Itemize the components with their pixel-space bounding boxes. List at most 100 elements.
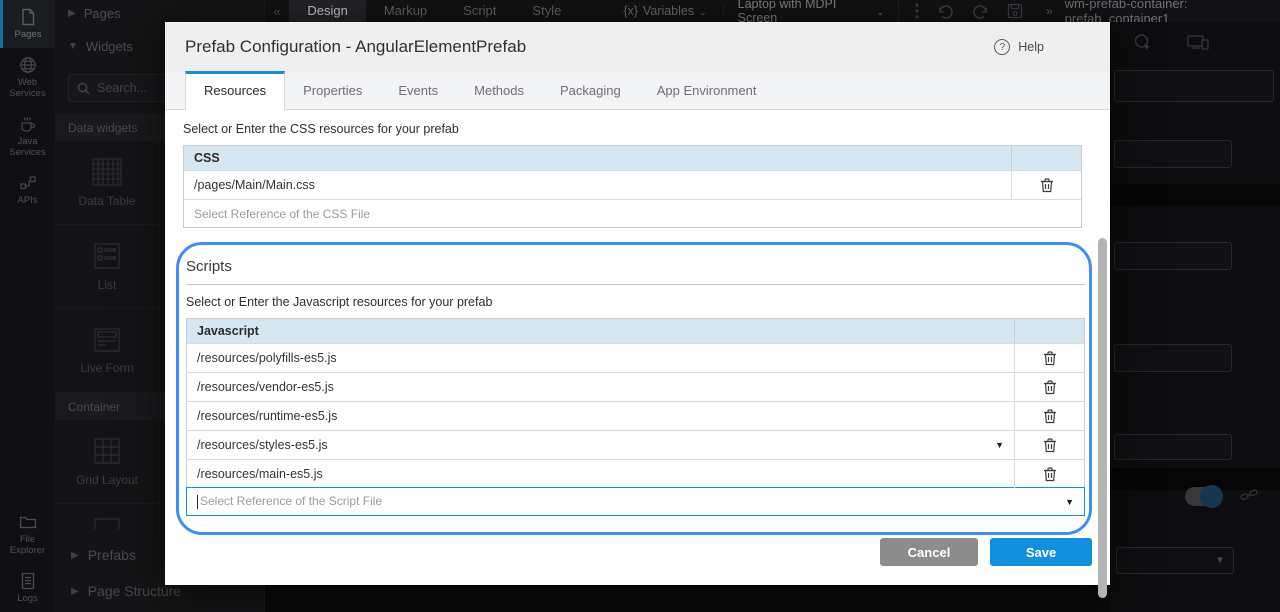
script-resource-value: /resources/polyfills-es5.js — [197, 351, 337, 365]
script-resource-value: /resources/runtime-es5.js — [197, 409, 337, 423]
collapse-sidebar-button[interactable]: « — [265, 4, 289, 19]
toolbar-tab-style[interactable]: Style — [514, 0, 579, 22]
javascript-column-header: Javascript — [187, 324, 1014, 338]
widget-live-form[interactable]: Live Form — [55, 309, 160, 393]
chevron-down-icon: ⌄ — [876, 7, 884, 18]
table-row: /resources/main-es5.js — [187, 459, 1084, 488]
tab-events[interactable]: Events — [380, 72, 456, 109]
table-row: /resources/polyfills-es5.js — [187, 343, 1084, 372]
coffee-icon — [18, 114, 38, 134]
panel-field — [1114, 344, 1232, 372]
delete-row-button[interactable] — [1014, 402, 1084, 430]
tab-methods[interactable]: Methods — [456, 72, 542, 109]
rail-item-label: Pages — [15, 30, 42, 41]
expand-panel-button[interactable]: » — [1046, 4, 1053, 18]
dialog-tab-bar: Resources Properties Events Methods Pack… — [165, 72, 1110, 110]
panel-field — [1114, 140, 1232, 168]
css-instruction: Select or Enter the CSS resources for yo… — [183, 122, 1110, 136]
rail-item-label: Logs — [17, 594, 38, 605]
pages-icon — [18, 7, 38, 27]
delete-row-button[interactable] — [1011, 171, 1081, 199]
dialog-body: Select or Enter the CSS resources for yo… — [165, 110, 1110, 585]
sidebar-item-label: Page Structure — [88, 583, 181, 599]
rail-item-label: Web Services — [2, 78, 53, 100]
delete-row-button[interactable] — [1014, 373, 1084, 401]
table-row: /pages/Main/Main.css — [184, 170, 1081, 199]
panel-section-divider — [1110, 184, 1280, 206]
undo-button[interactable] — [928, 4, 963, 19]
device-selector[interactable]: Laptop with MDPI Screen ⌄ — [724, 0, 899, 22]
delete-row-button[interactable] — [1014, 431, 1084, 459]
panel-field — [1114, 434, 1232, 460]
sidebar-item-label: Widgets — [86, 39, 133, 54]
toolbar-tab-markup[interactable]: Markup — [366, 0, 445, 22]
widget-label: Grid Layout — [76, 473, 138, 487]
link-icon[interactable] — [1240, 488, 1258, 502]
toolbar-tab-design[interactable]: Design — [289, 0, 365, 22]
widget-data-table[interactable]: Data Table — [55, 141, 160, 225]
widget-label: List — [98, 278, 117, 292]
script-resource-value: /resources/main-es5.js — [197, 467, 323, 481]
panel-select[interactable]: ▼ — [1116, 547, 1234, 574]
grid-layout-icon — [93, 437, 121, 465]
chevron-right-icon: ▶ — [71, 586, 79, 597]
sidebar-item-label: Prefabs — [88, 547, 136, 563]
rail-item-file-explorer[interactable]: File Explorer — [0, 505, 55, 564]
css-column-header: CSS — [184, 151, 1011, 165]
search-icon — [77, 82, 90, 95]
help-icon: ? — [994, 39, 1010, 55]
cancel-button[interactable]: Cancel — [880, 538, 978, 566]
rail-item-label: Java Services — [2, 137, 53, 159]
devices-icon[interactable] — [1186, 32, 1210, 54]
toggle-switch[interactable] — [1185, 487, 1223, 506]
prefab-configuration-dialog: Prefab Configuration - AngularElementPre… — [165, 22, 1110, 585]
widget-grid-layout[interactable]: Grid Layout — [55, 420, 160, 504]
more-options-button[interactable] — [899, 3, 928, 19]
script-resources-table: Javascript /resources/polyfills-es5.js /… — [186, 318, 1085, 516]
scripts-heading: Scripts — [186, 258, 1085, 285]
live-form-icon — [93, 327, 121, 353]
tab-app-environment[interactable]: App Environment — [639, 72, 775, 109]
scripts-highlight-outline: Scripts Select or Enter the Javascript r… — [176, 242, 1092, 535]
top-toolbar: « Design Markup Script Style {x} Variabl… — [265, 0, 1280, 22]
script-reference-input[interactable]: Select Reference of the Script File ▼ — [186, 487, 1085, 516]
script-resource-value: /resources/styles-es5.js — [197, 438, 328, 452]
toolbar-tab-script[interactable]: Script — [445, 0, 514, 22]
rail-item-java-services[interactable]: Java Services — [0, 107, 55, 166]
widget-list[interactable]: List — [55, 225, 160, 309]
tab-resources[interactable]: Resources — [185, 71, 285, 110]
save-icon-button[interactable] — [998, 3, 1032, 19]
rail-item-apis[interactable]: APIs — [0, 166, 55, 214]
rail-item-logs[interactable]: Logs — [0, 564, 55, 612]
tab-packaging[interactable]: Packaging — [542, 72, 639, 109]
chevron-down-icon: ⌄ — [699, 7, 707, 18]
rail-item-label: APIs — [17, 196, 37, 207]
list-icon — [93, 242, 121, 270]
variables-menu[interactable]: {x} Variables ⌄ — [607, 4, 723, 18]
dialog-scrollbar[interactable] — [1098, 238, 1107, 598]
folder-icon — [18, 512, 38, 532]
rail-item-label: File Explorer — [2, 535, 53, 557]
delete-row-button[interactable] — [1014, 460, 1084, 488]
inspect-icon[interactable] — [1132, 32, 1154, 54]
api-icon — [18, 173, 38, 193]
redo-button[interactable] — [963, 4, 998, 19]
dialog-title: Prefab Configuration - AngularElementPre… — [185, 37, 526, 57]
chevron-right-icon: ▶ — [68, 8, 76, 19]
tab-properties[interactable]: Properties — [285, 72, 380, 109]
dropdown-arrow-icon[interactable]: ▼ — [1065, 497, 1074, 507]
delete-row-button[interactable] — [1014, 344, 1084, 372]
help-button[interactable]: ? Help — [994, 39, 1044, 55]
panel-field — [1114, 242, 1232, 270]
chevron-down-icon: ▼ — [68, 41, 78, 52]
rail-item-pages[interactable]: Pages — [0, 0, 55, 48]
css-reference-input[interactable]: Select Reference of the CSS File — [184, 199, 1081, 227]
variables-icon: {x} — [623, 4, 638, 18]
save-button[interactable]: Save — [990, 538, 1092, 566]
dropdown-arrow-icon[interactable]: ▼ — [995, 440, 1004, 450]
left-rail: Pages Web Services Java Services APIs Fi… — [0, 0, 55, 612]
rail-item-web-services[interactable]: Web Services — [0, 48, 55, 107]
properties-panel: ▼ — [1110, 22, 1280, 612]
chevron-down-icon: ▼ — [1215, 555, 1225, 566]
css-resource-value: /pages/Main/Main.css — [194, 178, 315, 192]
